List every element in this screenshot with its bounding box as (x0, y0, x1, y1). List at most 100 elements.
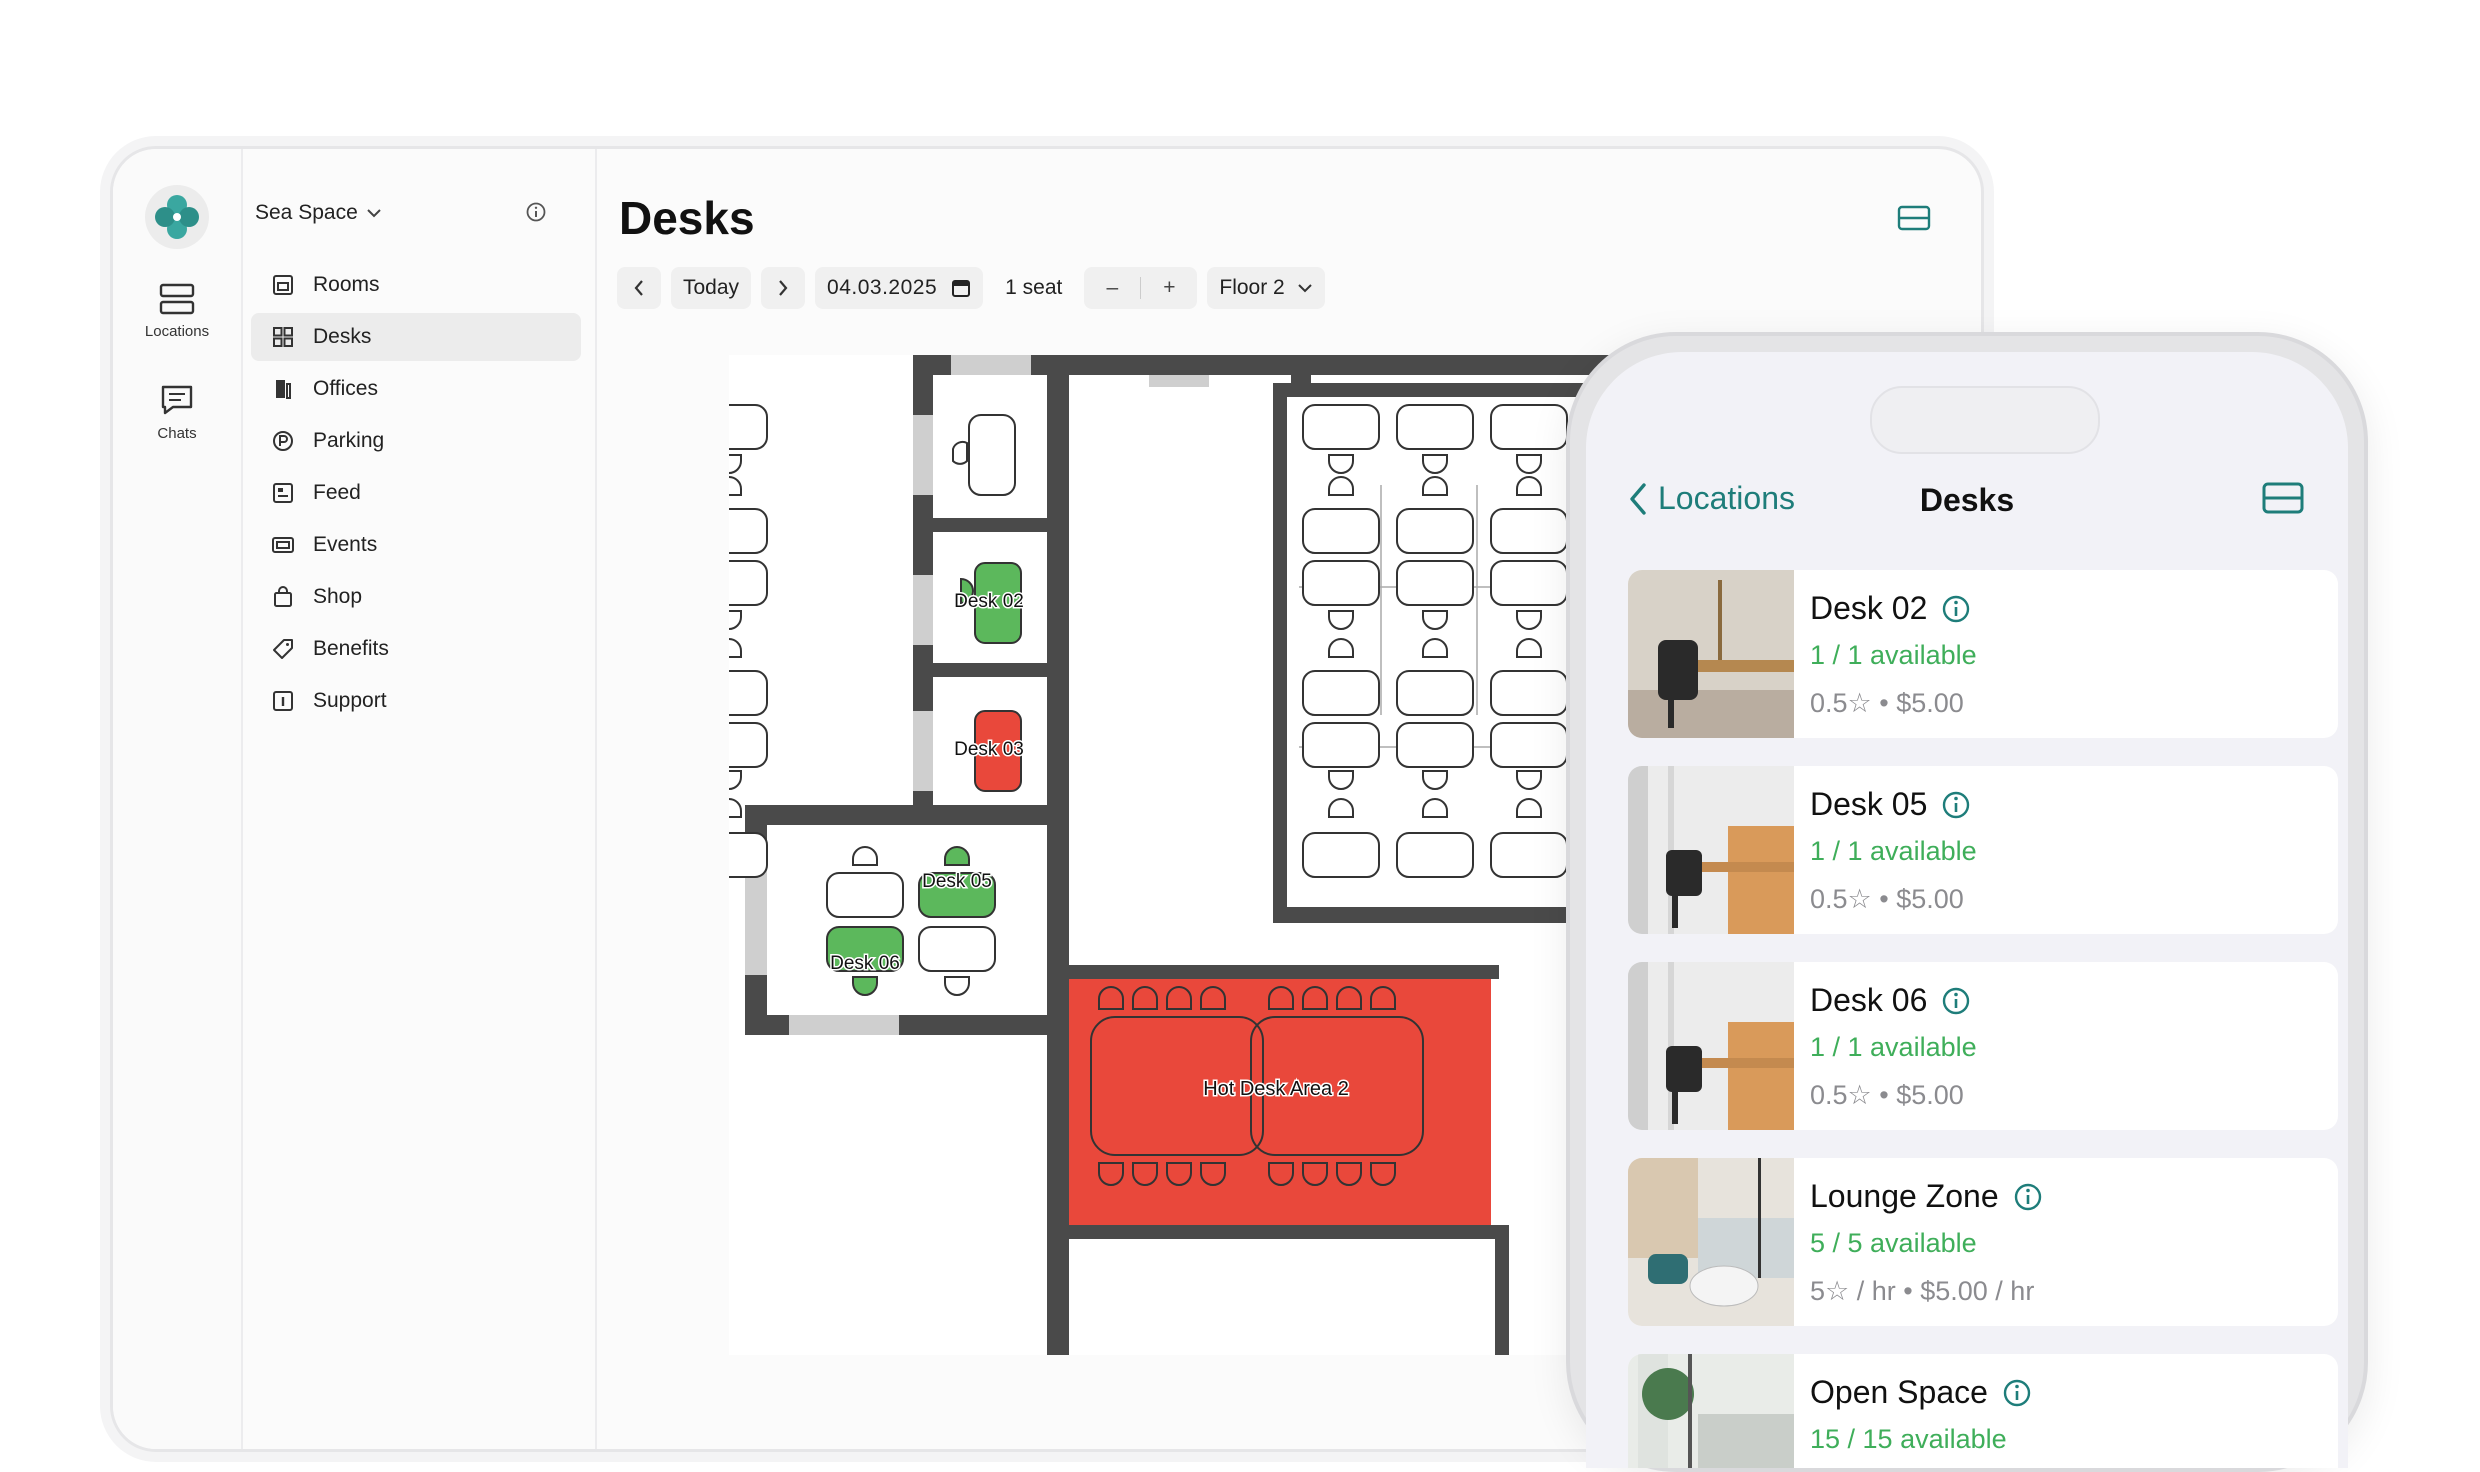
events-icon (272, 537, 294, 553)
sidebar-item-label: Support (313, 689, 387, 712)
sidebar-item-rooms[interactable]: Rooms (251, 261, 581, 309)
org-name: Sea Space (255, 201, 358, 224)
sidebar-item-events[interactable]: Events (251, 521, 581, 569)
mobile-title: Desks (1919, 482, 2015, 518)
mobile-layout-toggle[interactable] (2262, 482, 2304, 519)
desk-card-availability: 5 / 5 available (1810, 1228, 1977, 1258)
list-layout-icon (2262, 482, 2304, 514)
desk-card-price: 0.5☆ • $5.00 (1810, 1080, 1964, 1110)
support-icon (273, 691, 293, 711)
next-day-button[interactable] (761, 267, 806, 309)
mobile-screen: Locations Desks Desk 02 1 / 1 available … (1586, 352, 2348, 1468)
list-layout-icon (1897, 205, 1931, 231)
desk-06-photo (1628, 962, 1794, 1130)
info-icon[interactable] (1941, 986, 1971, 1016)
offices-icon (276, 380, 291, 399)
desk-card-title: Desk 02 (1810, 590, 1971, 627)
layout-toggle-button[interactable] (1897, 205, 1931, 236)
star-icon: ☆ (1825, 1276, 1850, 1306)
desk-card-price: 0.5☆ • $5.00 (1810, 884, 1964, 914)
rail-item-chats[interactable]: Chats (113, 383, 241, 442)
parking-icon (273, 431, 293, 451)
desk-card-price: 0.5☆ • $5.00 (1810, 688, 1964, 718)
desk-card-availability: 15 / 15 available (1810, 1424, 2007, 1454)
chevron-down-icon (1298, 284, 1312, 293)
desk-03-label: Desk 03 (954, 739, 1024, 760)
desk-card-price: 5☆ / hr • $5.00 / hr (1810, 1276, 2035, 1306)
icon-rail: Locations Chats (113, 149, 243, 1449)
sidebar-item-label: Desks (313, 325, 372, 348)
desk-card-lounge-zone[interactable]: Lounge Zone 5 / 5 available 5☆ / hr • $5… (1628, 1158, 2338, 1326)
seat-stepper: – + (1084, 267, 1198, 309)
sidebar-item-shop[interactable]: Shop (251, 573, 581, 621)
star-icon: ☆ (1847, 1080, 1872, 1110)
info-icon (526, 202, 546, 222)
sidebar-item-label: Benefits (313, 637, 389, 660)
feed-icon (273, 483, 293, 503)
desk-02-photo (1628, 570, 1794, 738)
sidebar-item-label: Feed (313, 481, 361, 504)
app-logo (145, 185, 209, 249)
org-info-button[interactable] (525, 201, 547, 228)
lounge-zone-photo (1628, 1158, 1794, 1326)
date-picker[interactable]: 04.03.2025 (815, 267, 984, 309)
desk-card-open-space[interactable]: Open Space 15 / 15 available (1628, 1354, 2338, 1468)
sidebar-item-support[interactable]: Support (251, 677, 581, 725)
floor-value: Floor 2 (1219, 276, 1285, 299)
rail-item-locations[interactable]: Locations (113, 283, 241, 340)
org-switcher[interactable]: Sea Space (255, 201, 382, 225)
desk-card-desk-05[interactable]: Desk 05 1 / 1 available 0.5☆ • $5.00 (1628, 766, 2338, 934)
desk-05-photo (1628, 766, 1794, 934)
desk-card-availability: 1 / 1 available (1810, 836, 1977, 866)
desk-card-desk-02[interactable]: Desk 02 1 / 1 available 0.5☆ • $5.00 (1628, 570, 2338, 738)
desk-card-title: Desk 05 (1810, 786, 1971, 823)
today-button[interactable]: Today (671, 267, 752, 309)
toolbar: Today 04.03.2025 1 seat – + Floor 2 (617, 267, 1325, 309)
chevron-down-icon (367, 209, 381, 218)
desk-card-availability: 1 / 1 available (1810, 640, 1977, 670)
sidebar-item-desks[interactable]: Desks (251, 313, 581, 361)
desk-card-title: Open Space (1810, 1374, 2032, 1411)
info-icon[interactable] (1941, 790, 1971, 820)
sidebar-item-parking[interactable]: Parking (251, 417, 581, 465)
sidebar-item-label: Shop (313, 585, 363, 608)
sidebar-item-offices[interactable]: Offices (251, 365, 581, 413)
desk-card-title: Lounge Zone (1810, 1178, 2043, 1215)
hot-desk-area-2[interactable]: Hot Desk Area 2 (1069, 979, 1491, 1225)
info-icon[interactable] (1941, 594, 1971, 624)
desk-card-title: Desk 06 (1810, 982, 1971, 1019)
open-space-photo (1628, 1354, 1794, 1468)
rail-item-label: Locations (144, 323, 210, 340)
seat-decrement-button[interactable]: – (1084, 276, 1140, 300)
sidebar-item-feed[interactable]: Feed (251, 469, 581, 517)
info-icon[interactable] (2013, 1182, 2043, 1212)
chair-lounge (968, 414, 1016, 496)
hot-desk-area-label: Hot Desk Area 2 (1203, 1078, 1349, 1100)
locations-icon (159, 283, 195, 315)
sidebar-item-label: Events (313, 533, 378, 556)
prev-day-button[interactable] (617, 267, 661, 309)
seat-increment-button[interactable]: + (1141, 276, 1197, 300)
desk-02-label: Desk 02 (954, 591, 1024, 612)
desk-card-availability: 1 / 1 available (1810, 1032, 1977, 1062)
sidebar-item-label: Parking (313, 429, 385, 452)
clover-logo-icon (155, 195, 199, 239)
star-icon: ☆ (1847, 884, 1872, 914)
desk-card-desk-06[interactable]: Desk 06 1 / 1 available 0.5☆ • $5.00 (1628, 962, 2338, 1130)
chevron-right-icon (779, 280, 788, 296)
sidebar-nav: Rooms Desks Offices Parking Feed Events … (251, 261, 581, 729)
mobile-device: Locations Desks Desk 02 1 / 1 available … (1566, 332, 2368, 1472)
floor-select[interactable]: Floor 2 (1207, 267, 1325, 309)
seat-count: 1 seat (1005, 276, 1063, 299)
rooms-icon (273, 275, 293, 295)
sidebar-item-label: Offices (313, 377, 378, 400)
sidebar-item-label: Rooms (313, 273, 380, 296)
page-title: Desks (619, 192, 755, 244)
rail-item-label: Chats (157, 425, 197, 442)
calendar-icon (952, 280, 971, 297)
info-icon[interactable] (2002, 1378, 2032, 1408)
dynamic-island (1870, 386, 2100, 454)
desks-icon (273, 327, 293, 347)
sidebar-item-benefits[interactable]: Benefits (251, 625, 581, 673)
sidebar: Sea Space Rooms Desks Offices Parking Fe… (243, 149, 597, 1449)
